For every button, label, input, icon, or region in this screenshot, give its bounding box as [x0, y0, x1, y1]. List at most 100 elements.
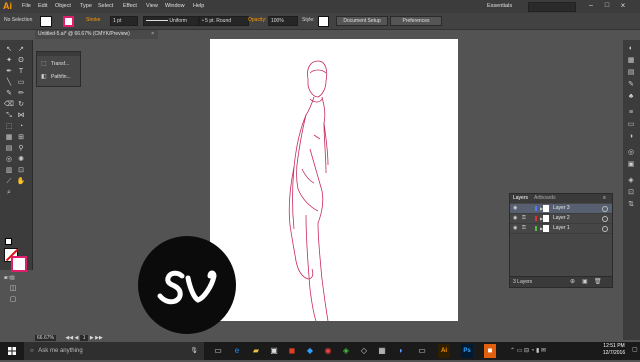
tab-artboards[interactable]: Artboards: [534, 195, 556, 201]
app-icon-tile[interactable]: ▦: [376, 344, 388, 358]
menu-object[interactable]: Object: [55, 3, 71, 9]
stroke-color-box[interactable]: [11, 256, 27, 272]
stroke-weight-input[interactable]: 1 pt: [110, 16, 138, 26]
search-input[interactable]: [528, 2, 576, 12]
artboard-tool-icon[interactable]: ⊡: [16, 166, 26, 175]
document-setup-button[interactable]: Document Setup: [336, 16, 388, 26]
app-icon-gray[interactable]: ◇: [358, 344, 370, 358]
workspace-switcher[interactable]: Essentials: [487, 3, 512, 9]
artboard-nav-arrows[interactable]: ◀◀ ◀: [65, 335, 78, 341]
shape-builder-icon[interactable]: ◔: [16, 122, 26, 131]
visibility-eye-icon[interactable]: ◉: [513, 204, 517, 213]
mesh-tool-icon[interactable]: ⊞: [16, 133, 26, 142]
panel-grip[interactable]: [37, 52, 80, 56]
lock-icon[interactable]: ⚿: [522, 214, 526, 223]
artboard-nav-forward[interactable]: ▶ ▶▶: [90, 335, 103, 341]
lasso-icon[interactable]: ʘ: [16, 56, 26, 65]
menu-effect[interactable]: Effect: [123, 3, 137, 9]
brush-dropdown[interactable]: • 5 pt. Round: [199, 16, 249, 26]
stroke-swatch[interactable]: [63, 16, 74, 27]
preferences-button[interactable]: Preferences: [390, 16, 442, 26]
stroke-panel-icon[interactable]: ≡: [626, 108, 636, 117]
layer-row[interactable]: ◉ ⚿ ▶ Layer 2: [510, 214, 612, 224]
column-graph-icon[interactable]: ▥: [4, 166, 14, 175]
document-tab[interactable]: Untitled-5.ai* @ 66.67% (CMYK/Preview) ×: [35, 30, 158, 39]
transform-icon[interactable]: ⬚: [41, 60, 47, 67]
notifications-icon[interactable]: ▢: [632, 346, 638, 353]
file-explorer-icon[interactable]: ▰: [250, 344, 262, 358]
symbol-sprayer-icon[interactable]: ✺: [16, 155, 26, 164]
artboard-number[interactable]: 1: [79, 335, 89, 341]
color-panel-icon[interactable]: ◐: [626, 44, 636, 53]
eyedropper-icon[interactable]: ⚲: [16, 144, 26, 153]
photoshop-taskbar-icon[interactable]: Ps: [461, 344, 473, 358]
free-transform-icon[interactable]: ⬚: [4, 122, 14, 131]
panel-menu-icon[interactable]: ≡: [603, 195, 606, 201]
opacity-input[interactable]: 100%: [268, 16, 298, 26]
menu-window[interactable]: Window: [165, 3, 185, 9]
illustrator-taskbar-icon[interactable]: Ai: [438, 344, 450, 358]
paintbrush-icon[interactable]: ✎: [4, 89, 14, 98]
blend-tool-icon[interactable]: ◎: [4, 155, 14, 164]
minimize-icon[interactable]: –: [584, 1, 598, 11]
microphone-icon[interactable]: 🎙: [190, 342, 198, 360]
layers-panel-icon[interactable]: ◈: [626, 176, 636, 185]
visibility-eye-icon[interactable]: ◉: [513, 214, 517, 223]
edge-browser-icon[interactable]: e: [231, 344, 243, 358]
profile-dropdown[interactable]: Uniform: [143, 16, 199, 26]
direct-selection-tool-icon[interactable]: ↗: [16, 45, 26, 54]
system-tray-icons[interactable]: ⌃ ▭ ⊟ ◔ ▮ ✉: [510, 347, 546, 354]
layer-row[interactable]: ◉ ⚿ ▶ Layer 1: [510, 224, 612, 234]
zoom-level[interactable]: 66.67%: [35, 335, 56, 341]
eraser-icon[interactable]: ⌫: [4, 100, 14, 109]
artboards-panel-icon[interactable]: ⊡: [626, 188, 636, 197]
draw-mode-icon[interactable]: ◫: [8, 284, 18, 293]
brushes-icon[interactable]: ✎: [626, 80, 636, 89]
app-icon[interactable]: ◆: [304, 344, 316, 358]
stroke-label[interactable]: Stroke: [86, 16, 100, 24]
swatches-icon[interactable]: ▤: [626, 68, 636, 77]
magic-wand-icon[interactable]: ✦: [4, 56, 14, 65]
transparency-icon[interactable]: ◑: [626, 132, 636, 141]
opacity-label[interactable]: Opacity:: [248, 16, 266, 24]
delete-layer-icon[interactable]: 🗑: [594, 278, 602, 285]
store-icon[interactable]: ▣: [268, 344, 280, 358]
lock-icon[interactable]: ⚿: [522, 224, 526, 233]
asset-export-icon[interactable]: ⇅: [626, 200, 636, 209]
close-tab-icon[interactable]: ×: [151, 30, 154, 39]
cortana-search-box[interactable]: ○ Ask me anything 🎙: [24, 342, 204, 360]
gradient-tool-icon[interactable]: ▤: [4, 144, 14, 153]
transform-panel-item[interactable]: Transf...: [51, 61, 69, 67]
menu-view[interactable]: View: [146, 3, 158, 9]
app-icon-blue[interactable]: ◑: [394, 344, 406, 358]
visibility-eye-icon[interactable]: ◉: [513, 224, 517, 233]
gradient-panel-icon[interactable]: ▭: [626, 120, 636, 129]
new-layer-icon[interactable]: ▣: [582, 278, 588, 285]
target-circle-icon[interactable]: [602, 226, 608, 232]
perspective-grid-icon[interactable]: ▦: [4, 133, 14, 142]
rotate-tool-icon[interactable]: ↻: [16, 100, 26, 109]
scale-tool-icon[interactable]: ⤡: [4, 111, 14, 120]
target-circle-icon[interactable]: [602, 216, 608, 222]
taskbar-clock[interactable]: 12:51 PM 12/7/2016: [596, 343, 632, 357]
chrome-icon[interactable]: ◉: [322, 344, 334, 358]
symbols-icon[interactable]: ♣: [626, 92, 636, 101]
color-guide-icon[interactable]: ▦: [626, 56, 636, 65]
layer-name[interactable]: Layer 1: [553, 224, 570, 233]
default-colors-icon[interactable]: [5, 238, 12, 245]
rectangle-tool-icon[interactable]: ▭: [16, 78, 26, 87]
hand-tool-icon[interactable]: ✋: [16, 177, 26, 186]
windows-start-button[interactable]: [0, 342, 24, 360]
menu-select[interactable]: Select: [98, 3, 113, 9]
close-icon[interactable]: ×: [616, 1, 630, 11]
pathfinder-icon[interactable]: ◧: [41, 73, 47, 80]
target-circle-icon[interactable]: [602, 206, 608, 212]
menu-type[interactable]: Type: [80, 3, 92, 9]
graphic-styles-icon[interactable]: ▣: [626, 160, 636, 169]
screen-mode-icon[interactable]: ▢: [8, 295, 18, 304]
layer-row[interactable]: ◉ ▶ Layer 3: [510, 204, 612, 214]
appearance-icon[interactable]: ◎: [626, 148, 636, 157]
slice-tool-icon[interactable]: ⟋: [4, 177, 14, 186]
menu-edit[interactable]: Edit: [38, 3, 47, 9]
line-tool-icon[interactable]: ╲: [4, 78, 14, 87]
